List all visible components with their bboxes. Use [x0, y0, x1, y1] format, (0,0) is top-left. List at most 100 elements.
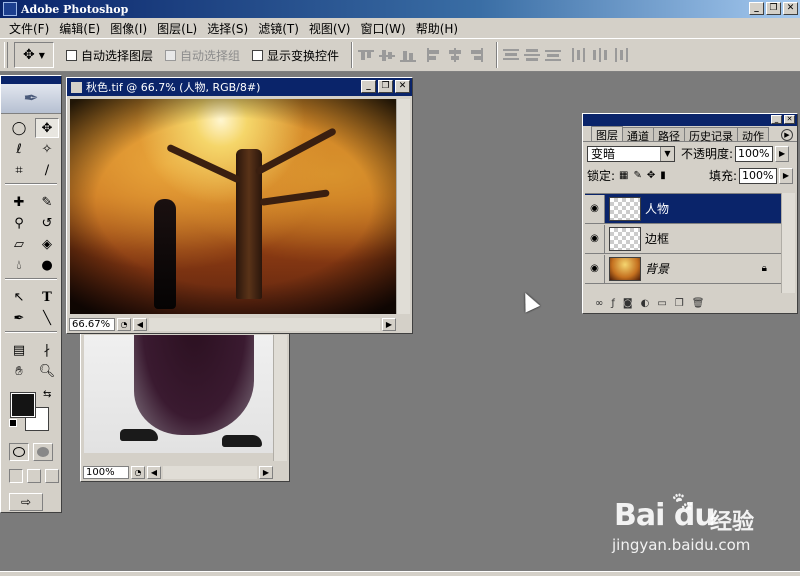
- autumn-minimize-button[interactable]: _: [361, 80, 376, 93]
- layers-panel-header[interactable]: _ ✕: [583, 114, 797, 126]
- distribute-hcenter-icon[interactable]: [592, 48, 608, 62]
- add-mask-icon[interactable]: ◙: [623, 298, 633, 309]
- autumn-vertical-scrollbar[interactable]: [396, 99, 410, 314]
- zoom-tool-icon[interactable]: 🔍︎: [35, 361, 59, 381]
- crop-tool-icon[interactable]: ⌗: [7, 160, 31, 180]
- default-colors-icon[interactable]: [9, 419, 17, 427]
- lock-transparency-icon[interactable]: ▦: [619, 170, 628, 181]
- woman-scroll-right-icon[interactable]: ▶: [259, 465, 273, 479]
- show-transform-option[interactable]: 显示变换控件: [252, 47, 339, 64]
- tab-channels[interactable]: 通道: [622, 127, 654, 143]
- path-selection-tool-icon[interactable]: ↖: [7, 287, 31, 307]
- delete-layer-icon[interactable]: 🗑︎: [692, 298, 705, 309]
- adjustment-layer-icon[interactable]: ◐: [641, 298, 650, 309]
- panel-menu-icon[interactable]: ▶: [781, 129, 793, 141]
- link-layers-icon[interactable]: ∞: [595, 298, 603, 309]
- autumn-scroll-right-icon[interactable]: ▶: [382, 317, 396, 331]
- clone-stamp-tool-icon[interactable]: ⚲: [7, 213, 31, 233]
- new-layer-icon[interactable]: ❐: [675, 298, 684, 309]
- layers-vertical-scrollbar[interactable]: [781, 193, 795, 293]
- layer-row-background[interactable]: ◉ 背景 🔒︎: [585, 254, 781, 284]
- align-vcenter-icon[interactable]: [379, 48, 396, 62]
- visibility-eye-icon[interactable]: ◉: [585, 224, 605, 253]
- lasso-tool-icon[interactable]: ℓ: [7, 139, 31, 159]
- align-hcenter-icon[interactable]: [447, 48, 463, 62]
- lock-image-icon[interactable]: ✎: [634, 170, 642, 181]
- healing-brush-tool-icon[interactable]: ✚: [7, 192, 31, 212]
- hand-tool-icon[interactable]: ✋︎: [7, 361, 31, 381]
- align-bottom-icon[interactable]: [400, 48, 417, 62]
- new-group-icon[interactable]: ▭: [657, 298, 666, 309]
- autumn-canvas[interactable]: [70, 99, 398, 314]
- distribute-top-icon[interactable]: [503, 48, 520, 62]
- visibility-eye-icon[interactable]: ◉: [585, 254, 605, 283]
- align-left-icon[interactable]: [426, 48, 442, 62]
- autumn-status-menu-icon[interactable]: ◔: [117, 317, 131, 331]
- tab-layers[interactable]: 图层: [591, 126, 623, 142]
- menu-file[interactable]: 文件(F): [4, 20, 54, 37]
- move-tool-icon[interactable]: ✥: [35, 118, 59, 138]
- woman-status-menu-icon[interactable]: ◔: [131, 465, 145, 479]
- feather-logo-icon[interactable]: ✒: [1, 84, 61, 114]
- notes-tool-icon[interactable]: ▤: [7, 340, 31, 360]
- visibility-eye-icon[interactable]: ◉: [585, 194, 605, 223]
- blend-mode-select[interactable]: 变暗 ▼: [587, 145, 675, 162]
- jump-to-imageready-icon[interactable]: ⇨: [9, 493, 43, 511]
- dodge-tool-icon[interactable]: ●: [35, 255, 59, 275]
- eyedropper-tool-icon[interactable]: ∤: [35, 340, 59, 360]
- close-button[interactable]: ✕: [783, 2, 798, 15]
- autumn-document-titlebar[interactable]: 秋色.tif @ 66.7% (人物, RGB/8#) _ ❐ ✕: [67, 78, 412, 96]
- lock-all-icon[interactable]: ▮: [660, 170, 666, 181]
- swap-colors-icon[interactable]: ⇆: [43, 389, 51, 400]
- restore-button[interactable]: ❐: [766, 2, 781, 15]
- opacity-field[interactable]: 100%: [735, 145, 774, 162]
- menu-window[interactable]: 窗口(W): [355, 20, 410, 37]
- blur-tool-icon[interactable]: 💧︎: [7, 255, 31, 275]
- marquee-tool-icon[interactable]: ◯: [7, 118, 31, 138]
- document-window-autumn[interactable]: 秋色.tif @ 66.7% (人物, RGB/8#) _ ❐ ✕ 66.67%…: [66, 77, 413, 334]
- brush-tool-icon[interactable]: ✎: [35, 192, 59, 212]
- autumn-horizontal-scrollbar[interactable]: [149, 317, 380, 331]
- quick-mask-mode-icon[interactable]: [33, 443, 53, 461]
- distribute-bottom-icon[interactable]: [545, 48, 562, 62]
- slice-tool-icon[interactable]: ∕: [35, 160, 59, 180]
- woman-zoom-field[interactable]: 100%: [83, 465, 129, 479]
- tab-actions[interactable]: 动作: [737, 127, 769, 143]
- lock-position-icon[interactable]: ✥: [647, 170, 655, 181]
- tab-paths[interactable]: 路径: [653, 127, 685, 143]
- panel-close-button[interactable]: ✕: [784, 115, 795, 124]
- minimize-button[interactable]: _: [749, 2, 764, 15]
- toolbox-header[interactable]: [1, 76, 61, 84]
- woman-horizontal-scrollbar[interactable]: [163, 465, 257, 479]
- fill-field[interactable]: 100%: [739, 167, 777, 184]
- menu-select[interactable]: 选择(S): [202, 20, 253, 37]
- autumn-close-button[interactable]: ✕: [395, 80, 410, 93]
- standard-mode-icon[interactable]: [9, 443, 29, 461]
- align-top-icon[interactable]: [358, 48, 375, 62]
- menu-image[interactable]: 图像(I): [105, 20, 152, 37]
- tool-preset-picker[interactable]: ✥ ▼: [14, 42, 54, 68]
- distribute-right-icon[interactable]: [613, 48, 629, 62]
- menu-help[interactable]: 帮助(H): [411, 20, 463, 37]
- type-tool-icon[interactable]: T: [35, 287, 59, 307]
- auto-select-layer-checkbox[interactable]: [66, 49, 77, 61]
- opacity-slider-arrow-icon[interactable]: ▶: [775, 145, 790, 162]
- menu-view[interactable]: 视图(V): [304, 20, 356, 37]
- auto-select-layer-option[interactable]: 自动选择图层: [66, 47, 153, 64]
- woman-canvas[interactable]: [84, 335, 274, 453]
- history-brush-tool-icon[interactable]: ↺: [35, 213, 59, 233]
- fill-slider-arrow-icon[interactable]: ▶: [779, 167, 793, 184]
- tab-history[interactable]: 历史记录: [684, 127, 738, 143]
- panel-minimize-button[interactable]: _: [771, 115, 782, 124]
- menu-layer[interactable]: 图层(L): [152, 20, 202, 37]
- pen-tool-icon[interactable]: ✒: [7, 308, 31, 328]
- eraser-tool-icon[interactable]: ▱: [7, 234, 31, 254]
- full-screen-mode-icon[interactable]: [45, 469, 59, 483]
- autumn-scroll-left-icon[interactable]: ◀: [133, 317, 147, 331]
- autumn-restore-button[interactable]: ❐: [378, 80, 393, 93]
- standard-screen-mode-icon[interactable]: [9, 469, 23, 483]
- options-grip[interactable]: [4, 42, 8, 68]
- line-tool-icon[interactable]: ╲: [35, 308, 59, 328]
- distribute-left-icon[interactable]: [571, 48, 587, 62]
- menu-filter[interactable]: 滤镜(T): [253, 20, 304, 37]
